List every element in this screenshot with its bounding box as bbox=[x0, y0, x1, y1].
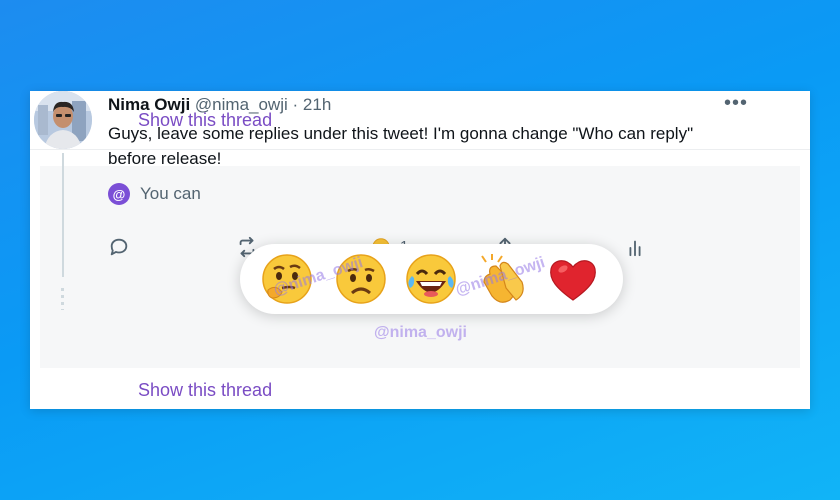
tears-of-joy-emoji[interactable] bbox=[404, 252, 458, 306]
frowning-face-emoji[interactable] bbox=[334, 252, 388, 306]
thinking-face-emoji[interactable] bbox=[260, 252, 314, 306]
clapping-hands-emoji[interactable] bbox=[476, 252, 530, 306]
more-options-icon[interactable]: ••• bbox=[724, 92, 748, 115]
tweet-header: Nima Owji @nima_owji · 21h bbox=[108, 95, 331, 115]
author-name[interactable]: Nima Owji bbox=[108, 95, 190, 114]
reply-button[interactable] bbox=[108, 236, 134, 262]
tweet-text: Guys, leave some replies under this twee… bbox=[108, 124, 694, 168]
thread-dots bbox=[61, 288, 64, 310]
analytics-button[interactable] bbox=[624, 236, 650, 262]
author-handle[interactable]: @nima_owji bbox=[195, 95, 288, 114]
reply-restriction-text: You can bbox=[140, 184, 201, 203]
reply-restriction-note: @ You can bbox=[108, 183, 201, 205]
avatar[interactable] bbox=[34, 91, 92, 149]
separator: · bbox=[292, 95, 299, 114]
red-heart-emoji[interactable] bbox=[546, 252, 600, 306]
reply-icon bbox=[110, 238, 128, 256]
timestamp[interactable]: 21h bbox=[303, 95, 331, 114]
reaction-picker bbox=[240, 244, 623, 314]
analytics-icon bbox=[629, 240, 641, 257]
thread-connector-line bbox=[62, 153, 64, 277]
show-thread-link-bottom[interactable]: Show this thread bbox=[138, 380, 272, 401]
mention-icon: @ bbox=[108, 183, 130, 205]
avatar-photo bbox=[34, 91, 92, 149]
